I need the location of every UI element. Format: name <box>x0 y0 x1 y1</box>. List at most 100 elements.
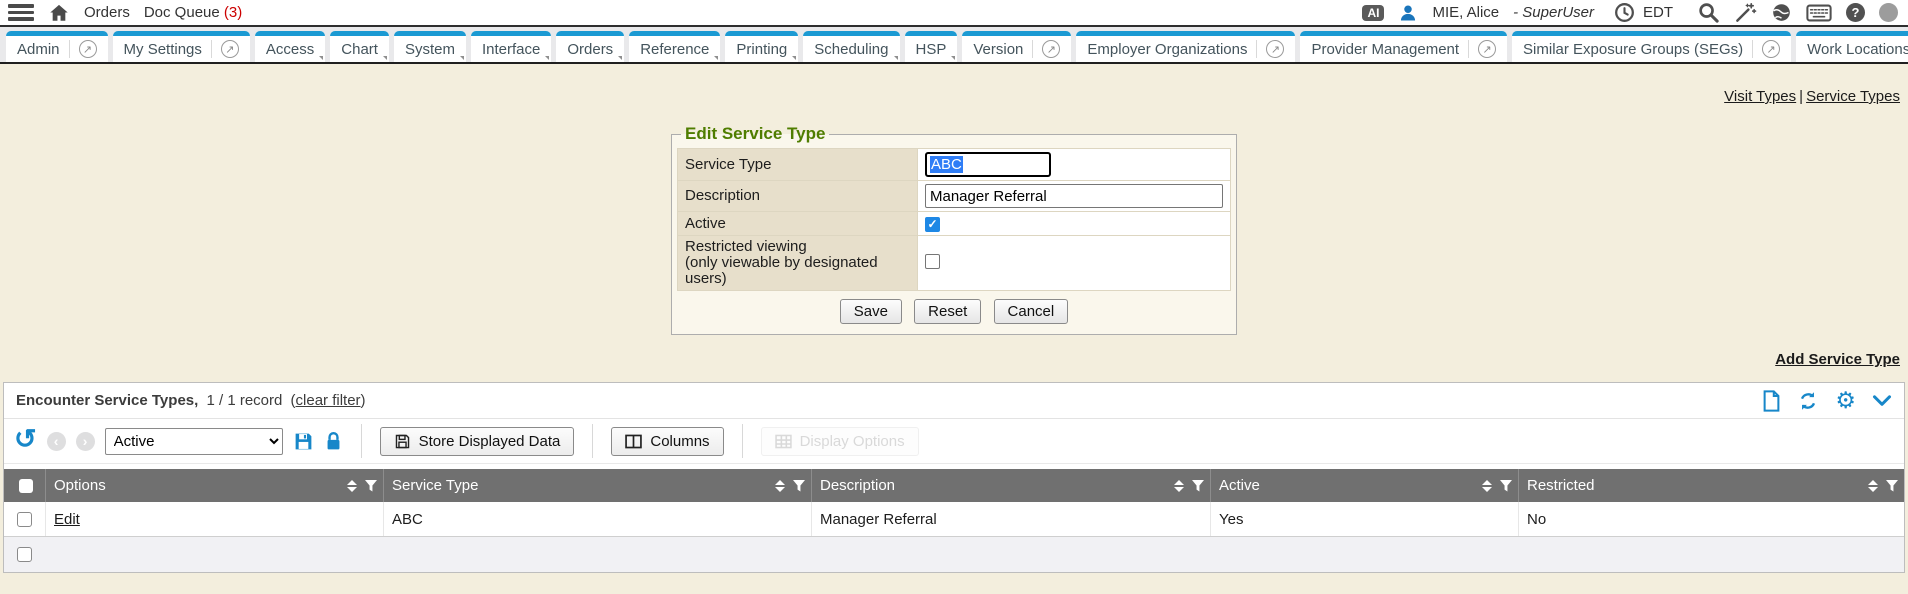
external-link-icon[interactable]: ↗ <box>1468 40 1496 58</box>
tab-similar-exposure-groups[interactable]: Similar Exposure Groups (SEGs)↗ <box>1512 31 1791 62</box>
tab-scheduling[interactable]: Scheduling <box>803 31 899 62</box>
clear-filter-link[interactable]: clear filter <box>296 392 361 409</box>
row-checkbox[interactable] <box>17 512 32 527</box>
external-link-icon[interactable]: ↗ <box>1032 40 1060 58</box>
tab-hsp[interactable]: HSP <box>905 31 958 62</box>
active-checkbox[interactable]: ✓ <box>925 217 940 232</box>
panel-header: Encounter Service Types, 1 / 1 record (c… <box>4 383 1904 419</box>
service-type-row: Service Type ABC <box>678 149 1231 181</box>
column-header-options[interactable]: Options <box>46 469 384 502</box>
menu-icon[interactable] <box>8 4 34 21</box>
clock-icon[interactable] <box>1614 2 1635 23</box>
tab-chart[interactable]: Chart <box>330 31 389 62</box>
service-type-label: Service Type <box>678 149 918 181</box>
home-icon[interactable] <box>48 2 70 24</box>
reset-view-icon[interactable]: ↺ <box>14 426 37 453</box>
sort-icon[interactable] <box>775 480 785 492</box>
column-header-service-type[interactable]: Service Type <box>384 469 812 502</box>
tab-reference[interactable]: Reference <box>629 31 720 62</box>
filter-select[interactable]: Active <box>105 428 283 455</box>
tab-access[interactable]: Access <box>255 31 325 62</box>
tab-orders[interactable]: Orders <box>556 31 624 62</box>
user-icon[interactable] <box>1398 3 1418 23</box>
restricted-row: Restricted viewing (only viewable by des… <box>678 236 1231 291</box>
lock-icon[interactable] <box>324 431 343 452</box>
doc-queue-link[interactable]: Doc Queue <box>144 4 220 21</box>
user-name[interactable]: MIE, Alice <box>1432 4 1499 21</box>
save-filter-icon[interactable] <box>293 431 314 452</box>
sort-icon[interactable] <box>1482 480 1492 492</box>
collapse-chevron-icon[interactable] <box>1872 394 1892 408</box>
filter-funnel-icon[interactable] <box>793 480 805 492</box>
ai-badge[interactable]: AI <box>1362 5 1384 21</box>
service-type-input[interactable]: ABC <box>925 152 1051 177</box>
columns-button[interactable]: Columns <box>611 427 723 456</box>
description-label: Description <box>678 181 918 212</box>
sort-icon[interactable] <box>1868 480 1878 492</box>
external-link-icon[interactable]: ↗ <box>1256 40 1284 58</box>
column-header-description[interactable]: Description <box>812 469 1211 502</box>
status-dot-icon[interactable] <box>1879 3 1898 22</box>
keyboard-icon[interactable] <box>1806 3 1832 23</box>
add-service-type-link[interactable]: Add Service Type <box>1775 351 1900 368</box>
reset-button[interactable]: Reset <box>914 299 981 324</box>
form-title: Edit Service Type <box>681 124 829 144</box>
table-footer-row <box>4 537 1904 572</box>
restricted-viewing-checkbox[interactable] <box>925 254 940 269</box>
service-types-table: Options Service Type Description Active <box>4 469 1904 572</box>
restricted-viewing-label: Restricted viewing (only viewable by des… <box>678 236 918 291</box>
magic-wand-icon[interactable] <box>1734 1 1757 24</box>
new-document-icon[interactable] <box>1762 390 1781 412</box>
edit-link[interactable]: Edit <box>54 511 80 528</box>
tab-printing[interactable]: Printing <box>725 31 798 62</box>
external-link-icon[interactable]: ↗ <box>1752 40 1780 58</box>
filter-funnel-icon[interactable] <box>1192 480 1204 492</box>
tab-system[interactable]: System <box>394 31 466 62</box>
save-button[interactable]: Save <box>840 299 902 324</box>
cell-description: Manager Referral <box>812 502 1211 536</box>
refresh-icon[interactable] <box>1797 390 1819 412</box>
timezone-label: EDT <box>1643 4 1673 21</box>
external-link-icon[interactable]: ↗ <box>211 40 239 58</box>
record-count: 1 / 1 record <box>206 392 282 409</box>
prev-page-icon[interactable]: ‹ <box>47 432 66 451</box>
help-icon[interactable]: ? <box>1846 3 1865 22</box>
table-header-row: Options Service Type Description Active <box>4 469 1904 502</box>
filter-funnel-icon[interactable] <box>1886 480 1898 492</box>
column-header-restricted[interactable]: Restricted <box>1519 469 1904 502</box>
filter-funnel-icon[interactable] <box>365 480 377 492</box>
gear-icon[interactable]: ⚙ <box>1835 389 1856 412</box>
display-options-button: Display Options <box>761 427 919 456</box>
sort-icon[interactable] <box>1174 480 1184 492</box>
store-displayed-data-button[interactable]: Store Displayed Data <box>380 427 575 456</box>
sort-icon[interactable] <box>347 480 357 492</box>
tab-employer-organizations[interactable]: Employer Organizations↗ <box>1076 31 1295 62</box>
tab-interface[interactable]: Interface <box>471 31 551 62</box>
tab-provider-management[interactable]: Provider Management↗ <box>1300 31 1507 62</box>
footer-checkbox[interactable] <box>17 547 32 562</box>
search-icon[interactable] <box>1697 1 1720 24</box>
column-header-active[interactable]: Active <box>1211 469 1519 502</box>
orders-menu-link[interactable]: Orders <box>84 4 130 21</box>
tab-version[interactable]: Version↗ <box>962 31 1071 62</box>
filter-funnel-icon[interactable] <box>1500 480 1512 492</box>
edit-service-type-form: Edit Service Type Service Type ABC Descr… <box>671 124 1237 335</box>
encounter-service-types-panel: Encounter Service Types, 1 / 1 record (c… <box>3 382 1905 573</box>
tab-admin[interactable]: Admin↗ <box>6 31 108 62</box>
select-all-checkbox[interactable] <box>19 479 33 493</box>
add-service-type-row: Add Service Type <box>0 335 1908 382</box>
description-input[interactable] <box>925 184 1223 208</box>
next-page-icon[interactable]: › <box>76 432 95 451</box>
tab-work-locations[interactable]: Work Locations↗ <box>1796 31 1908 62</box>
divider <box>742 424 743 458</box>
row-select-cell <box>4 502 46 536</box>
cancel-button[interactable]: Cancel <box>994 299 1069 324</box>
tab-my-settings[interactable]: My Settings↗ <box>113 31 250 62</box>
description-row: Description <box>678 181 1231 212</box>
external-link-icon[interactable]: ↗ <box>69 40 97 58</box>
doc-queue-count: (3) <box>224 4 242 21</box>
cell-restricted: No <box>1519 502 1904 536</box>
visit-types-link[interactable]: Visit Types <box>1724 88 1796 105</box>
globe-icon[interactable] <box>1771 2 1792 23</box>
service-types-link[interactable]: Service Types <box>1806 88 1900 105</box>
